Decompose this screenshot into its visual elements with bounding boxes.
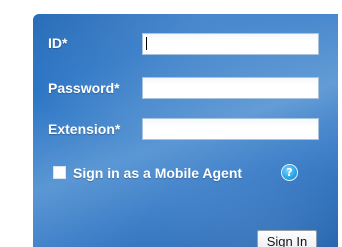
extension-field[interactable] xyxy=(142,118,319,140)
extension-label: Extension* xyxy=(48,121,121,137)
id-field[interactable] xyxy=(142,33,319,55)
password-label: Password* xyxy=(48,80,120,96)
sign-in-button[interactable]: Sign In xyxy=(257,230,317,247)
mobile-agent-checkbox[interactable] xyxy=(53,166,66,179)
password-field[interactable] xyxy=(142,77,319,99)
text-cursor xyxy=(146,37,147,50)
login-panel: ID* Password* Extension* Sign in as a Mo… xyxy=(33,14,338,247)
mobile-agent-label[interactable]: Sign in as a Mobile Agent xyxy=(73,165,242,181)
help-icon[interactable]: ? xyxy=(281,164,298,181)
id-label: ID* xyxy=(48,35,68,51)
